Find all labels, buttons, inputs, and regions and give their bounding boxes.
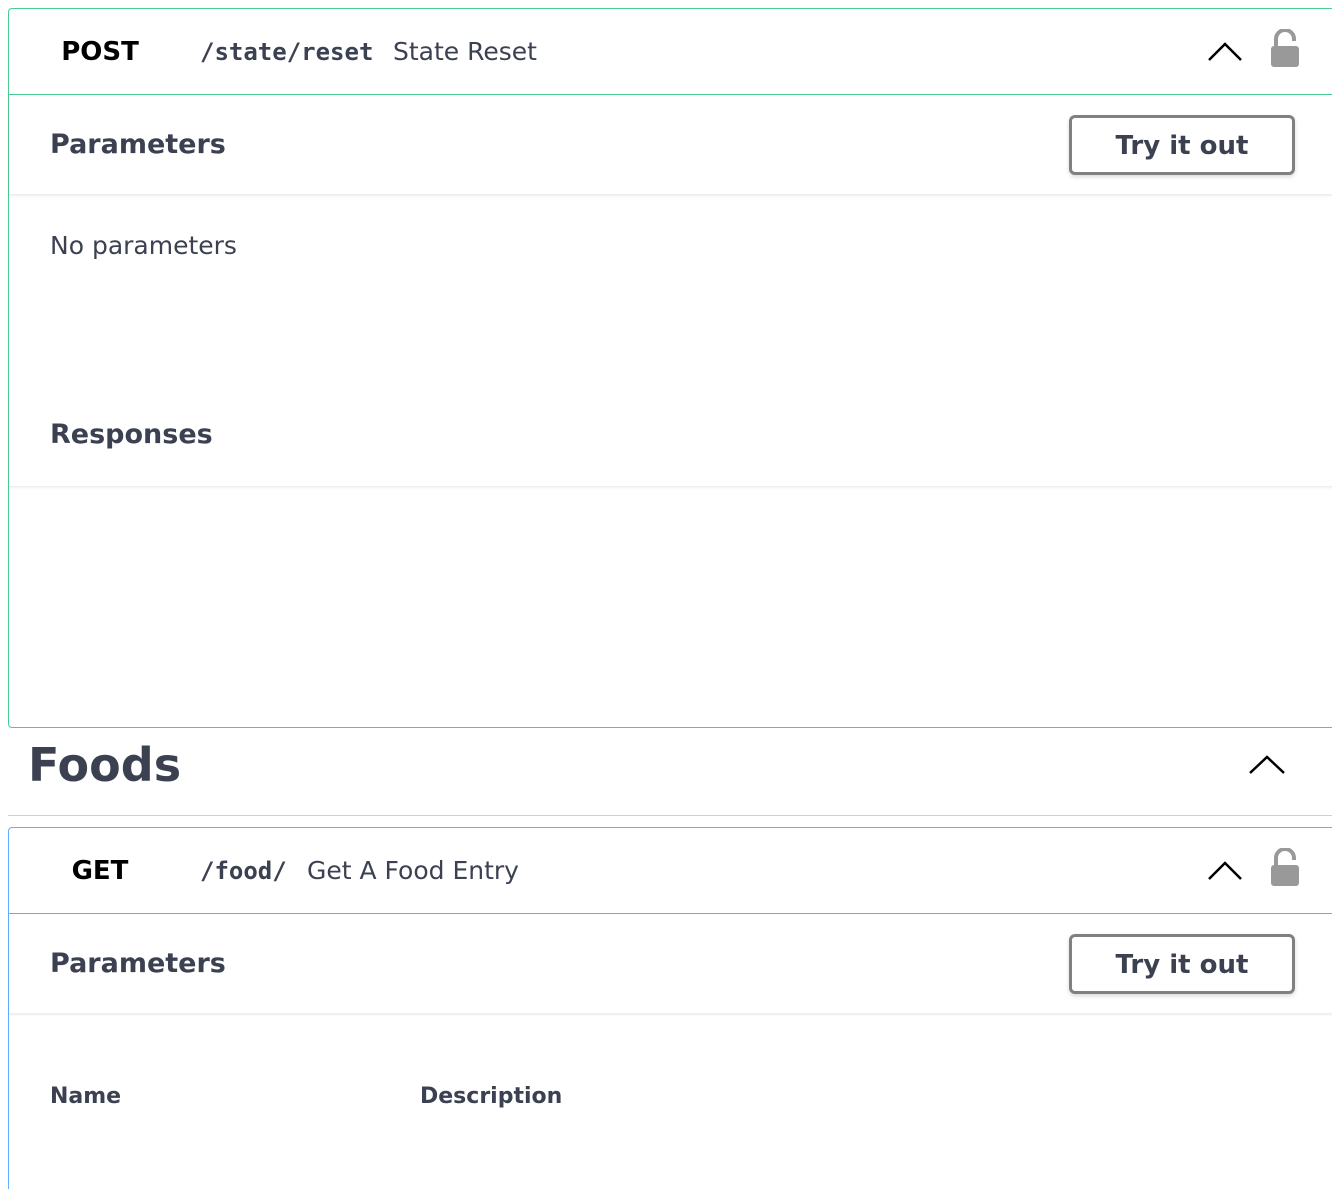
- operation-summary: State Reset: [393, 37, 537, 66]
- opblock-summary-post[interactable]: POST /state/reset State Reset: [9, 9, 1332, 95]
- parameters-title: Parameters: [50, 948, 226, 979]
- parameters-header: Parameters Try it out: [9, 95, 1332, 195]
- operation-path: /state/reset: [200, 38, 374, 66]
- responses-title: Responses: [50, 419, 213, 450]
- operation-summary: Get A Food Entry: [307, 856, 519, 885]
- swagger-page: POST /state/reset State Reset Parameters…: [0, 0, 1332, 1189]
- try-it-out-button[interactable]: Try it out: [1069, 115, 1295, 175]
- parameters-title: Parameters: [50, 129, 226, 160]
- no-parameters-text: No parameters: [50, 231, 237, 260]
- opblock-get-food: GET /food/ Get A Food Entry Parameters T…: [8, 827, 1332, 1189]
- method-badge-get: GET: [71, 856, 129, 886]
- unlocked-icon[interactable]: [1269, 29, 1301, 69]
- unlocked-icon[interactable]: [1269, 848, 1301, 888]
- tag-title: Foods: [28, 738, 182, 792]
- chevron-up-icon[interactable]: [1207, 858, 1243, 882]
- chevron-up-icon[interactable]: [1207, 39, 1243, 63]
- parameters-header: Parameters Try it out: [9, 914, 1332, 1014]
- column-header-name: Name: [50, 1084, 122, 1109]
- parameters-table-header: Name Description: [9, 1082, 1332, 1122]
- opblock-summary-get[interactable]: GET /food/ Get A Food Entry: [9, 828, 1332, 914]
- try-it-out-button[interactable]: Try it out: [1069, 934, 1295, 994]
- tag-section-foods[interactable]: Foods: [8, 728, 1332, 816]
- opblock-post-state-reset: POST /state/reset State Reset Parameters…: [8, 8, 1332, 728]
- method-badge-post: POST: [61, 37, 139, 67]
- column-header-description: Description: [420, 1084, 563, 1109]
- operation-path: /food/: [200, 857, 287, 885]
- chevron-up-icon[interactable]: [1248, 752, 1286, 776]
- responses-header: Responses: [9, 391, 1332, 487]
